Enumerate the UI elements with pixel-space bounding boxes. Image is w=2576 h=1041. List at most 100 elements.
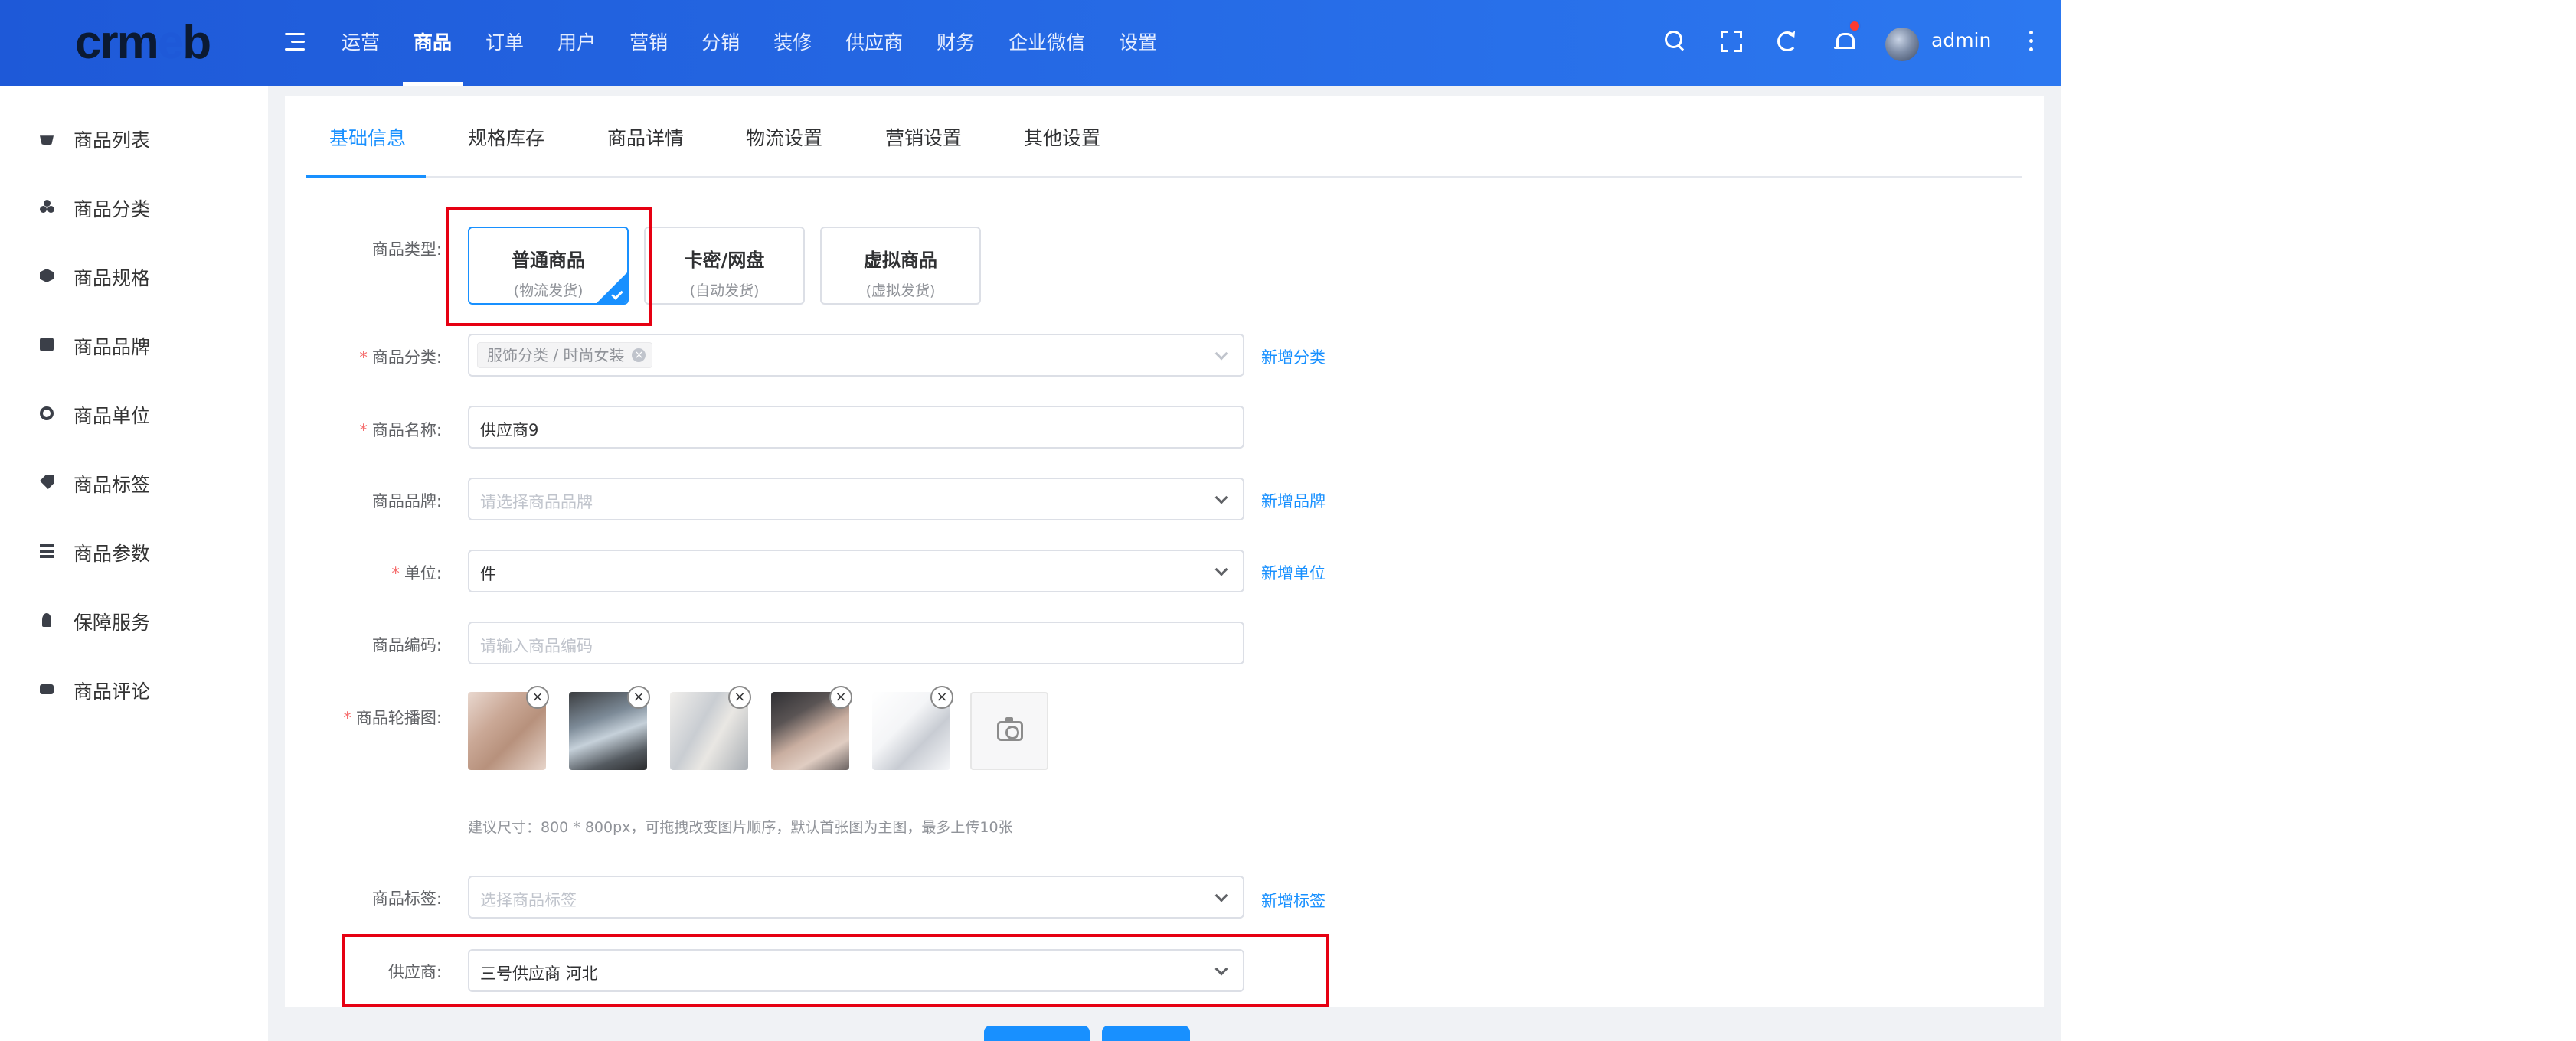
menu-toggle-icon[interactable] xyxy=(285,33,305,53)
bell-icon[interactable] xyxy=(1832,29,1856,54)
category-label: * 商品分类: xyxy=(359,348,442,367)
carousel-image[interactable]: × xyxy=(670,686,751,770)
unit-value: 件 xyxy=(480,565,496,583)
sidebar: 商品列表 商品分类 商品规格 商品品牌 商品单位 商品标签 商品参数 保障服务 xyxy=(0,86,268,1041)
tab-spec-stock[interactable]: 规格库存 xyxy=(468,115,544,178)
bottom-button-primary[interactable] xyxy=(984,1026,1090,1041)
carousel-image[interactable]: × xyxy=(771,686,852,770)
guard-icon xyxy=(42,613,51,627)
image-size-hint: 建议尺寸：800 * 800px，可拖拽改变图片顺序，默认首张图为主图，最多上传… xyxy=(468,819,1013,836)
category-icon xyxy=(40,200,54,214)
sidebar-item-label: 商品分类 xyxy=(74,198,151,220)
highlight-type-box xyxy=(446,207,652,326)
tags-label: 商品标签: xyxy=(371,889,442,908)
sidebar-item-label: 商品列表 xyxy=(74,129,151,152)
sidebar-item-label: 商品单位 xyxy=(74,405,151,427)
carousel-image[interactable]: × xyxy=(569,686,650,770)
logo[interactable]: crmeb xyxy=(0,0,268,86)
remove-image-icon[interactable]: × xyxy=(829,686,852,709)
brand-label: 商品品牌: xyxy=(371,492,442,511)
add-brand-link[interactable]: 新增品牌 xyxy=(1261,489,1326,512)
upload-image-button[interactable] xyxy=(970,692,1048,770)
tag-icon xyxy=(40,475,54,489)
fullscreen-icon[interactable] xyxy=(1719,29,1744,54)
type-card-title: 卡密/网盘 xyxy=(684,250,765,271)
add-tag-link[interactable]: 新增标签 xyxy=(1261,889,1326,912)
nav-item-operations[interactable]: 运营 xyxy=(325,0,397,86)
tab-marketing[interactable]: 营销设置 xyxy=(885,115,962,178)
top-nav: 运营 商品 订单 用户 营销 分销 装修 供应商 财务 企业微信 设置 xyxy=(325,0,1174,86)
remove-image-icon[interactable]: × xyxy=(526,686,549,709)
nav-item-users[interactable]: 用户 xyxy=(541,0,613,86)
nav-item-orders[interactable]: 订单 xyxy=(469,0,541,86)
type-card-card-secret[interactable]: 卡密/网盘 (自动发货) xyxy=(644,227,805,305)
sidebar-item-product-tag[interactable]: 商品标签 xyxy=(0,459,268,505)
tab-other[interactable]: 其他设置 xyxy=(1024,115,1100,178)
tab-active-indicator xyxy=(306,175,426,178)
sidebar-item-label: 保障服务 xyxy=(74,612,151,634)
name-label: * 商品名称: xyxy=(359,421,442,439)
refresh-icon[interactable] xyxy=(1775,29,1800,54)
nav-item-finance[interactable]: 财务 xyxy=(920,0,992,86)
nav-item-settings[interactable]: 设置 xyxy=(1102,0,1174,86)
type-card-subtitle: (自动发货) xyxy=(689,282,760,299)
avatar[interactable] xyxy=(1885,28,1919,61)
logo-text: crmeb xyxy=(75,16,211,69)
product-name-input[interactable]: 供应商9 xyxy=(468,406,1244,449)
nav-item-products[interactable]: 商品 xyxy=(397,0,469,86)
type-card-subtitle: (虚拟发货) xyxy=(865,282,936,299)
sidebar-item-guarantee[interactable]: 保障服务 xyxy=(0,597,268,643)
product-code-input[interactable]: 请输入商品编码 xyxy=(468,622,1244,664)
tags-select[interactable]: 选择商品标签 xyxy=(468,876,1244,919)
sidebar-item-product-brand[interactable]: 商品品牌 xyxy=(0,321,268,367)
brand-select[interactable]: 请选择商品品牌 xyxy=(468,478,1244,520)
remove-image-icon[interactable]: × xyxy=(627,686,650,709)
camera-icon xyxy=(997,717,1023,741)
tab-basic-info[interactable]: 基础信息 xyxy=(329,115,406,178)
notification-badge xyxy=(1849,20,1861,32)
tab-logistics[interactable]: 物流设置 xyxy=(746,115,822,178)
type-card-title: 虚拟商品 xyxy=(864,250,937,271)
sidebar-item-label: 商品评论 xyxy=(74,680,151,703)
search-icon[interactable] xyxy=(1663,29,1688,54)
sidebar-item-product-spec[interactable]: 商品规格 xyxy=(0,253,268,299)
chevron-down-icon xyxy=(1214,491,1228,504)
nav-item-distribution[interactable]: 分销 xyxy=(685,0,757,86)
nav-item-supplier[interactable]: 供应商 xyxy=(829,0,920,86)
carousel-image[interactable]: × xyxy=(468,686,549,770)
type-label: 商品类型: xyxy=(371,240,442,259)
tab-product-detail[interactable]: 商品详情 xyxy=(607,115,684,178)
sidebar-item-label: 商品品牌 xyxy=(74,336,151,358)
sidebar-item-product-comment[interactable]: 商品评论 xyxy=(0,666,268,712)
remove-image-icon[interactable]: × xyxy=(930,686,953,709)
nav-item-decoration[interactable]: 装修 xyxy=(757,0,829,86)
nav-item-wecom[interactable]: 企业微信 xyxy=(992,0,1102,86)
top-header: crmeb 运营 商品 订单 用户 营销 分销 装修 供应商 财务 企业微信 设… xyxy=(0,0,2061,86)
remove-image-icon[interactable]: × xyxy=(728,686,751,709)
sidebar-item-product-category[interactable]: 商品分类 xyxy=(0,184,268,230)
sidebar-item-product-unit[interactable]: 商品单位 xyxy=(0,390,268,436)
comment-icon xyxy=(40,684,54,694)
brand-placeholder: 请选择商品品牌 xyxy=(480,493,593,511)
param-icon xyxy=(40,544,54,558)
unit-select[interactable]: 件 xyxy=(468,550,1244,592)
type-card-virtual[interactable]: 虚拟商品 (虚拟发货) xyxy=(820,227,981,305)
tag-close-icon[interactable]: × xyxy=(632,348,646,362)
sidebar-item-product-list[interactable]: 商品列表 xyxy=(0,115,268,161)
chevron-down-icon xyxy=(1214,563,1228,576)
category-select[interactable]: 服饰分类 / 时尚女装 × xyxy=(468,334,1244,377)
unit-icon xyxy=(40,406,54,420)
more-vertical-icon[interactable] xyxy=(2029,31,2034,54)
add-unit-link[interactable]: 新增单位 xyxy=(1261,561,1326,584)
sidebar-item-product-param[interactable]: 商品参数 xyxy=(0,528,268,574)
carousel-image[interactable]: × xyxy=(872,686,953,770)
nav-item-marketing[interactable]: 营销 xyxy=(613,0,685,86)
unit-label: * 单位: xyxy=(391,564,442,583)
user-name[interactable]: admin xyxy=(1931,29,1991,51)
tags-placeholder: 选择商品标签 xyxy=(480,891,577,909)
chevron-down-icon xyxy=(1214,347,1228,361)
bottom-button-secondary[interactable] xyxy=(1102,1026,1190,1041)
add-category-link[interactable]: 新增分类 xyxy=(1261,345,1326,368)
images-label: * 商品轮播图: xyxy=(343,709,442,727)
basket-icon xyxy=(40,135,54,145)
